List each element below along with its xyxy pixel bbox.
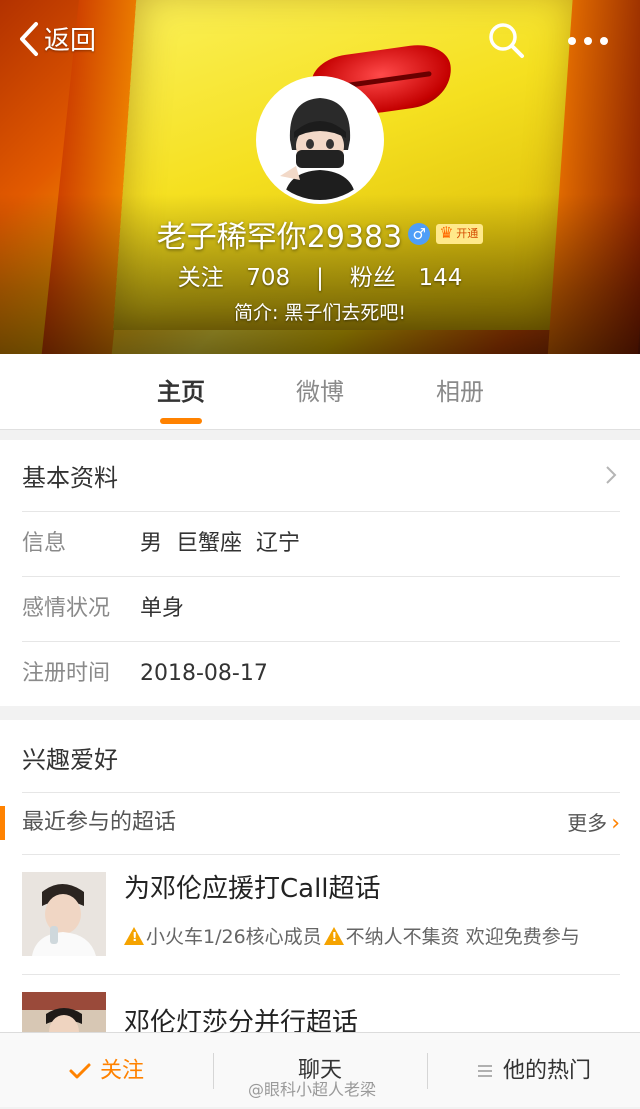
check-icon: [69, 1063, 91, 1079]
topic-thumbnail: [22, 872, 106, 956]
tab-album[interactable]: 相册: [415, 354, 505, 430]
more-options-button[interactable]: [566, 24, 610, 58]
interests-section: 兴趣爱好 最近参与的超话 更多› 为邓伦应援打Call超话 小火车1/26核心成…: [0, 720, 640, 1076]
divider: [22, 974, 620, 975]
info-value: 男 巨蟹座 辽宁: [140, 531, 300, 556]
watermark: @眼科小超人老梁: [248, 1080, 377, 1099]
back-button[interactable]: 返回: [18, 20, 96, 57]
follow-stats: 关注 708 | 粉丝 144: [0, 258, 640, 292]
search-icon: [489, 23, 524, 58]
interests-title: 兴趣爱好: [22, 746, 118, 774]
fans-count: 144: [418, 265, 463, 291]
info-row: 信息 男 巨蟹座 辽宁: [22, 511, 620, 575]
fans-label: 粉丝: [349, 265, 396, 291]
recent-topics-header: 最近参与的超话 更多 ›: [0, 792, 640, 854]
avatar-image: [260, 80, 380, 200]
top-nav: 返回: [0, 0, 640, 84]
active-tab-indicator: [160, 418, 202, 424]
search-button[interactable]: [486, 20, 526, 60]
divider: [22, 854, 620, 855]
topic-meta: 小火车1/26核心成员 不纳人不集资 欢迎免费参与: [124, 922, 580, 949]
profile-header: 返回 老子稀罕你29383♂开通 关注 708 |: [0, 0, 640, 354]
following-label: 关注: [177, 265, 224, 291]
register-date-label: 注册时间: [22, 661, 111, 686]
follow-button[interactable]: 关注: [0, 1033, 212, 1108]
more-label: 更多: [567, 811, 608, 835]
vip-badge[interactable]: 开通: [436, 223, 484, 244]
relationship-value: 单身: [140, 596, 185, 621]
recent-topics-title: 最近参与的超话: [22, 810, 177, 835]
basic-info-header-link[interactable]: [0, 440, 640, 510]
fans-link[interactable]: 粉丝 144: [346, 265, 467, 291]
male-gender-icon: ♂: [408, 223, 431, 245]
profile-tabs: 主页 微博 相册: [0, 354, 640, 430]
list-icon: [477, 1065, 492, 1077]
relationship-label: 感情状况: [22, 596, 111, 621]
following-link[interactable]: 关注 708: [174, 265, 295, 291]
topic-name: 为邓伦应援打Call超话: [124, 874, 381, 904]
hot-posts-button[interactable]: 他的热门: [428, 1033, 640, 1108]
chevron-right-icon: [606, 466, 617, 484]
more-dots-icon: [568, 37, 608, 45]
hot-posts-label: 他的热门: [502, 1058, 591, 1084]
relationship-row: 感情状况 单身: [22, 576, 620, 640]
basic-info-section: 基本资料 信息 男 巨蟹座 辽宁 感情状况 单身 注册时间 2018-08-17: [0, 440, 640, 706]
nickname: 老子稀罕你29383: [156, 220, 403, 255]
section-accent-bar: [0, 806, 5, 840]
register-date-value: 2018-08-17: [140, 661, 268, 686]
back-label: 返回: [44, 26, 97, 56]
warning-icon: [323, 927, 344, 945]
tab-weibo[interactable]: 微博: [275, 354, 365, 430]
chevron-right-icon: ›: [611, 811, 620, 836]
chevron-left-icon: [20, 21, 38, 56]
following-count: 708: [246, 265, 291, 291]
more-topics-link[interactable]: 更多 ›: [567, 792, 620, 855]
avatar[interactable]: [256, 76, 384, 204]
topic-item[interactable]: 为邓伦应援打Call超话 小火车1/26核心成员 不纳人不集资 欢迎免费参与: [0, 856, 640, 974]
warning-icon: [124, 927, 144, 945]
bio-text: 简介: 黑子们去死吧!: [233, 302, 407, 324]
register-date-row: 注册时间 2018-08-17: [22, 641, 620, 705]
stats-separator: |: [316, 265, 324, 291]
follow-label: 关注: [99, 1058, 144, 1084]
topic-meta-1: 小火车1/26核心成员: [146, 926, 322, 948]
nickname-row: 老子稀罕你29383♂开通: [0, 212, 640, 255]
info-label: 信息: [22, 531, 67, 556]
topic-meta-2: 不纳人不集资 欢迎免费参与: [345, 926, 580, 948]
topic-thumbnail-image: [22, 872, 106, 956]
